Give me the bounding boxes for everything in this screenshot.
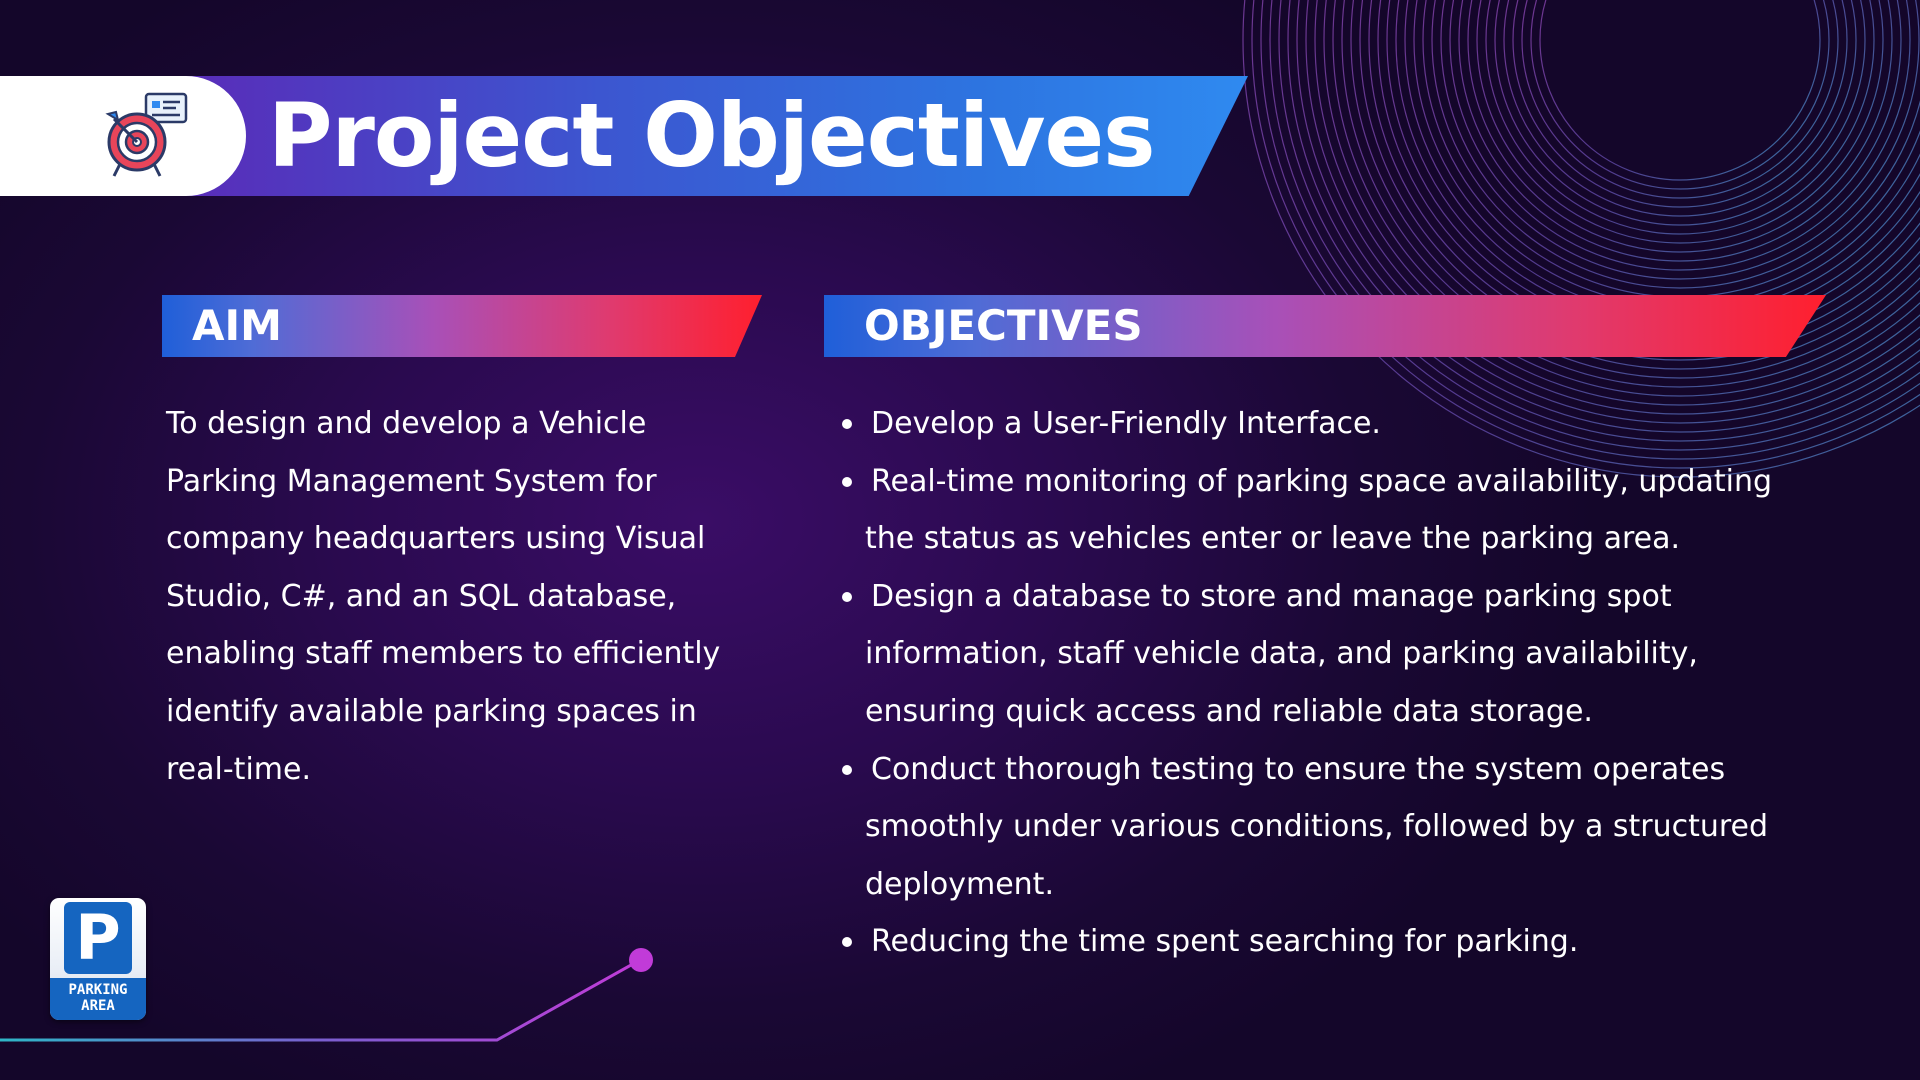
bullet-icon — [842, 476, 852, 487]
objective-line: Conduct thorough testing to ensure the s… — [871, 751, 1726, 787]
aim-line: enabling staff members to efficiently — [166, 636, 721, 672]
bullet-icon — [842, 937, 852, 948]
objective-line: Develop a User-Friendly Interface. — [871, 406, 1381, 441]
decorative-arc — [1278, 0, 1920, 442]
aim-heading: AIM — [192, 301, 282, 350]
aim-line: Parking Management System for — [166, 463, 657, 499]
decorative-arc — [1440, 0, 1920, 280]
page-title: Project Objectives — [268, 84, 1156, 187]
bullet-icon — [842, 419, 852, 429]
objective-line: smoothly under various conditions, follo… — [865, 809, 1769, 845]
parking-sign-icon: P — [64, 902, 132, 974]
objective-line: Design a database to store and manage pa… — [871, 578, 1672, 614]
decorative-arc — [1458, 0, 1902, 262]
decorative-arc — [1503, 0, 1857, 217]
decorative-arc — [1449, 0, 1911, 271]
aim-line: real-time. — [166, 751, 311, 787]
decorative-arc — [1386, 0, 1920, 334]
decorative-arc — [1287, 0, 1920, 433]
parking-caption-line: AREA — [81, 998, 115, 1014]
objective-item: Design a database to store and manage pa… — [840, 568, 1850, 741]
parking-area-logo: P PARKING AREA — [50, 898, 146, 1020]
objective-item: Develop a User-Friendly Interface. — [840, 395, 1850, 453]
objectives-heading: OBJECTIVES — [864, 301, 1143, 350]
aim-paragraph: To design and develop a Vehicle Parking … — [166, 395, 776, 798]
decorative-arc — [1269, 0, 1920, 451]
bullet-icon — [842, 764, 852, 775]
title-banner: Project Objectives — [0, 76, 1250, 196]
decorative-arc — [1296, 0, 1920, 424]
decorative-arc — [1467, 0, 1893, 253]
decorative-arc — [1539, 0, 1821, 181]
objective-line: the status as vehicles enter or leave th… — [865, 521, 1681, 557]
decorative-arc — [1485, 0, 1875, 235]
objective-item: Conduct thorough testing to ensure the s… — [840, 741, 1850, 914]
decorative-arc — [1404, 0, 1920, 316]
decorative-arc — [1512, 0, 1848, 208]
parking-caption: PARKING AREA — [50, 978, 146, 1020]
decorative-arc — [1494, 0, 1866, 226]
decorative-arc — [1377, 0, 1920, 343]
bullet-icon — [842, 591, 852, 602]
decorative-arc — [1422, 0, 1920, 298]
target-icon — [105, 92, 188, 177]
decorative-arc — [1476, 0, 1884, 244]
decorative-arc — [1530, 0, 1830, 190]
decorative-arc — [1395, 0, 1920, 325]
objective-line: Real-time monitoring of parking space av… — [871, 463, 1773, 499]
decorative-dot — [629, 948, 653, 972]
decorative-arc — [1431, 0, 1920, 289]
parking-caption-line: PARKING — [68, 982, 128, 998]
objective-line: deployment. — [865, 866, 1054, 902]
aim-header: AIM — [162, 295, 762, 357]
objectives-list: Develop a User-Friendly Interface. Real-… — [840, 395, 1850, 971]
decorative-arc — [1413, 0, 1920, 307]
objective-line: Reducing the time spent searching for pa… — [871, 924, 1579, 960]
decorative-arc — [1521, 0, 1839, 199]
objectives-header: OBJECTIVES — [824, 295, 1826, 357]
objective-line: information, staff vehicle data, and par… — [865, 636, 1698, 672]
decorative-arc — [1260, 0, 1920, 460]
objective-item: Reducing the time spent searching for pa… — [840, 913, 1850, 971]
aim-line: identify available parking spaces in — [166, 693, 697, 729]
aim-line: Studio, C#, and an SQL database, — [166, 578, 677, 614]
objective-item: Real-time monitoring of parking space av… — [840, 453, 1850, 568]
aim-line: To design and develop a Vehicle — [166, 406, 647, 441]
aim-line: company headquarters using Visual — [166, 521, 706, 557]
objective-line: ensuring quick access and reliable data … — [865, 693, 1593, 729]
